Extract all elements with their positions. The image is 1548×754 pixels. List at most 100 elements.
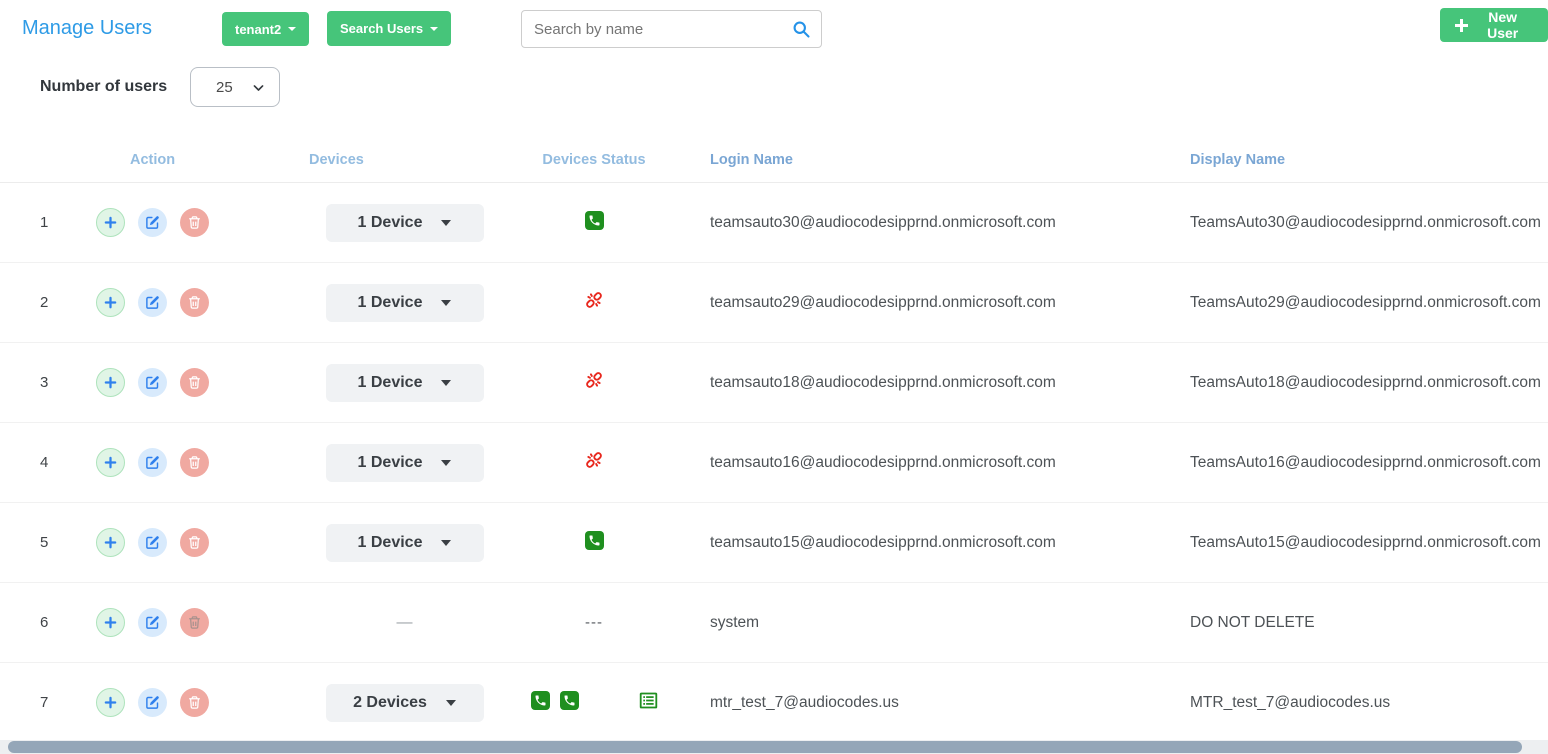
delete-user-button[interactable] bbox=[180, 608, 209, 637]
delete-user-button[interactable] bbox=[180, 368, 209, 397]
new-user-label: New User bbox=[1472, 9, 1533, 41]
add-device-button[interactable] bbox=[96, 528, 125, 557]
add-device-button[interactable] bbox=[96, 688, 125, 717]
display-name-cell: TeamsAuto16@audiocodesipprnd.onmicrosoft… bbox=[1140, 423, 1548, 503]
devices-dropdown[interactable]: 1 Device bbox=[326, 204, 484, 242]
login-name-cell: teamsauto15@audiocodesipprnd.onmicrosoft… bbox=[659, 503, 1140, 583]
search-users-label: Search Users bbox=[340, 21, 423, 36]
table-row: 7 bbox=[0, 663, 1548, 743]
horizontal-scrollbar-thumb[interactable] bbox=[8, 741, 1522, 753]
row-number: 6 bbox=[0, 583, 60, 663]
devices-dropdown[interactable]: 1 Device bbox=[326, 364, 484, 402]
action-buttons bbox=[60, 448, 280, 477]
devices-dropdown[interactable]: 1 Device bbox=[326, 444, 484, 482]
edit-icon bbox=[145, 535, 160, 550]
users-table: Action Devices Devices Status Login Name… bbox=[0, 138, 1548, 743]
devices-count-label: 1 Device bbox=[358, 534, 423, 552]
add-device-button[interactable] bbox=[96, 288, 125, 317]
add-device-button[interactable] bbox=[96, 448, 125, 477]
display-name-cell: MTR_test_7@audiocodes.us bbox=[1140, 663, 1548, 743]
plus-icon bbox=[103, 615, 118, 630]
search-box bbox=[521, 10, 822, 48]
search-button[interactable] bbox=[791, 19, 821, 39]
phone-connected-icon bbox=[585, 211, 604, 230]
devices-status-icons bbox=[531, 691, 658, 710]
edit-icon bbox=[145, 615, 160, 630]
horizontal-scrollbar-track bbox=[0, 740, 1548, 754]
edit-user-button[interactable] bbox=[138, 608, 167, 637]
table-row: 1 bbox=[0, 183, 1548, 263]
devices-dropdown[interactable]: 2 Devices bbox=[326, 684, 484, 722]
column-header-display-name: Display Name bbox=[1140, 138, 1548, 183]
login-name-cell: system bbox=[659, 583, 1140, 663]
table-row: 4 bbox=[0, 423, 1548, 503]
row-number: 7 bbox=[0, 663, 60, 743]
trash-icon bbox=[187, 615, 202, 630]
devices-status-cell bbox=[529, 343, 659, 423]
number-of-users-select[interactable]: 25 bbox=[190, 67, 280, 107]
delete-user-button[interactable] bbox=[180, 448, 209, 477]
add-device-button[interactable] bbox=[96, 608, 125, 637]
plus-icon bbox=[103, 535, 118, 550]
plus-icon bbox=[103, 455, 118, 470]
devices-count-label: 1 Device bbox=[358, 294, 423, 312]
phone-connected-icon bbox=[585, 531, 604, 550]
plus-icon bbox=[103, 695, 118, 710]
trash-icon bbox=[187, 455, 202, 470]
new-user-button[interactable]: New User bbox=[1440, 8, 1548, 42]
login-name-cell: teamsauto18@audiocodesipprnd.onmicrosoft… bbox=[659, 343, 1140, 423]
caret-down-icon bbox=[288, 27, 296, 31]
display-name-cell: TeamsAuto30@audiocodesipprnd.onmicrosoft… bbox=[1140, 183, 1548, 263]
tenant-dropdown-button[interactable]: tenant2 bbox=[222, 12, 309, 46]
action-buttons bbox=[60, 208, 280, 237]
row-number: 1 bbox=[0, 183, 60, 263]
delete-user-button[interactable] bbox=[180, 688, 209, 717]
delete-user-button[interactable] bbox=[180, 208, 209, 237]
devices-count-label: 1 Device bbox=[358, 454, 423, 472]
caret-down-icon bbox=[441, 300, 451, 306]
chevron-down-icon bbox=[251, 80, 266, 95]
devices-status-icons bbox=[584, 370, 604, 390]
action-buttons bbox=[60, 608, 280, 637]
edit-user-button[interactable] bbox=[138, 368, 167, 397]
caret-down-icon bbox=[446, 700, 456, 706]
row-number: 5 bbox=[0, 503, 60, 583]
delete-user-button[interactable] bbox=[180, 528, 209, 557]
edit-user-button[interactable] bbox=[138, 688, 167, 717]
caret-down-icon bbox=[441, 380, 451, 386]
devices-count-label: 2 Devices bbox=[353, 694, 427, 712]
devices-dropdown[interactable]: 1 Device bbox=[326, 524, 484, 562]
column-header-devices-status: Devices Status bbox=[529, 138, 659, 183]
edit-user-button[interactable] bbox=[138, 448, 167, 477]
row-number: 4 bbox=[0, 423, 60, 503]
number-of-users-label: Number of users bbox=[40, 78, 167, 96]
devices-status-cell bbox=[529, 663, 659, 743]
devices-dropdown[interactable]: 1 Device bbox=[326, 284, 484, 322]
display-name-cell: TeamsAuto15@audiocodesipprnd.onmicrosoft… bbox=[1140, 503, 1548, 583]
edit-user-button[interactable] bbox=[138, 208, 167, 237]
row-number: 2 bbox=[0, 263, 60, 343]
caret-down-icon bbox=[441, 540, 451, 546]
trash-icon bbox=[187, 695, 202, 710]
add-device-button[interactable] bbox=[96, 208, 125, 237]
search-users-dropdown-button[interactable]: Search Users bbox=[327, 11, 451, 46]
table-row: 3 bbox=[0, 343, 1548, 423]
page-title: Manage Users bbox=[22, 17, 152, 40]
caret-down-icon bbox=[441, 220, 451, 226]
devices-status-icons bbox=[584, 450, 604, 470]
devices-status-cell bbox=[529, 503, 659, 583]
column-header-login-name: Login Name bbox=[659, 138, 1140, 183]
caret-down-icon bbox=[430, 27, 438, 31]
devices-count-label: 1 Device bbox=[358, 374, 423, 392]
edit-user-button[interactable] bbox=[138, 528, 167, 557]
trash-icon bbox=[187, 535, 202, 550]
action-buttons bbox=[60, 368, 280, 397]
add-device-button[interactable] bbox=[96, 368, 125, 397]
devices-count-label: 1 Device bbox=[358, 214, 423, 232]
edit-user-button[interactable] bbox=[138, 288, 167, 317]
table-row: 2 bbox=[0, 263, 1548, 343]
action-buttons bbox=[60, 288, 280, 317]
action-buttons bbox=[60, 688, 280, 717]
delete-user-button[interactable] bbox=[180, 288, 209, 317]
search-input[interactable] bbox=[522, 21, 791, 38]
